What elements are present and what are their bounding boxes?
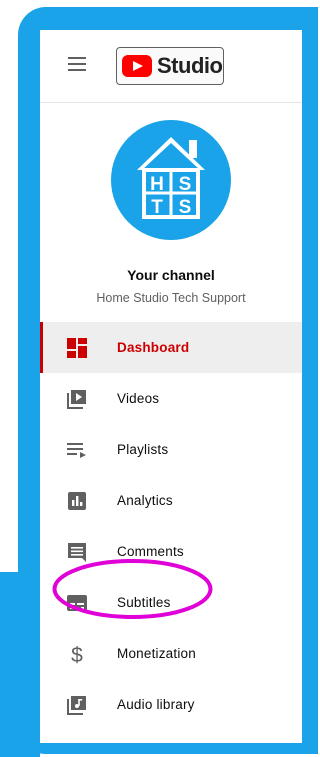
nav-item-videos[interactable]: Videos	[40, 373, 302, 424]
audio-library-icon	[67, 696, 86, 715]
hamburger-icon[interactable]	[68, 57, 86, 71]
studio-logo[interactable]: Studio	[116, 47, 224, 85]
sidebar-header: Studio	[40, 30, 302, 103]
analytics-icon	[68, 492, 86, 510]
youtube-play-icon	[122, 55, 152, 77]
nav-label: Playlists	[117, 442, 169, 457]
highlight-ellipse	[52, 559, 213, 619]
nav-item-analytics[interactable]: Analytics	[40, 475, 302, 526]
house-logo-icon: H S T S	[137, 137, 205, 219]
nav-item-dashboard[interactable]: Dashboard	[40, 322, 302, 373]
video-icon	[67, 390, 86, 409]
avatar-letter-s2: S	[179, 197, 192, 218]
avatar-letter-t: T	[151, 197, 163, 218]
nav-label: Analytics	[117, 493, 173, 508]
nav-item-monetization[interactable]: $ Monetization	[40, 628, 302, 679]
nav-label: Videos	[117, 391, 160, 406]
nav-label: Monetization	[117, 646, 196, 661]
channel-avatar[interactable]: H S T S	[111, 120, 231, 240]
dollar-icon: $	[71, 644, 83, 665]
nav-label: Dashboard	[117, 340, 190, 355]
sidebar-nav: Dashboard Videos Playlists Analytics Com…	[40, 322, 302, 730]
nav-item-playlists[interactable]: Playlists	[40, 424, 302, 475]
logo-text: Studio	[157, 53, 223, 78]
svg-text:$: $	[71, 644, 83, 665]
nav-item-audio-library[interactable]: Audio library	[40, 679, 302, 730]
avatar-letter-h: H	[150, 174, 164, 195]
nav-label: Audio library	[117, 697, 195, 712]
sidebar-panel: Studio H S T S Your channel Home Studio …	[40, 30, 302, 743]
channel-name: Home Studio Tech Support	[96, 291, 246, 305]
channel-title: Your channel	[127, 267, 215, 283]
dashboard-icon	[67, 338, 87, 358]
playlist-icon	[67, 443, 86, 458]
avatar-letter-s: S	[179, 174, 192, 195]
